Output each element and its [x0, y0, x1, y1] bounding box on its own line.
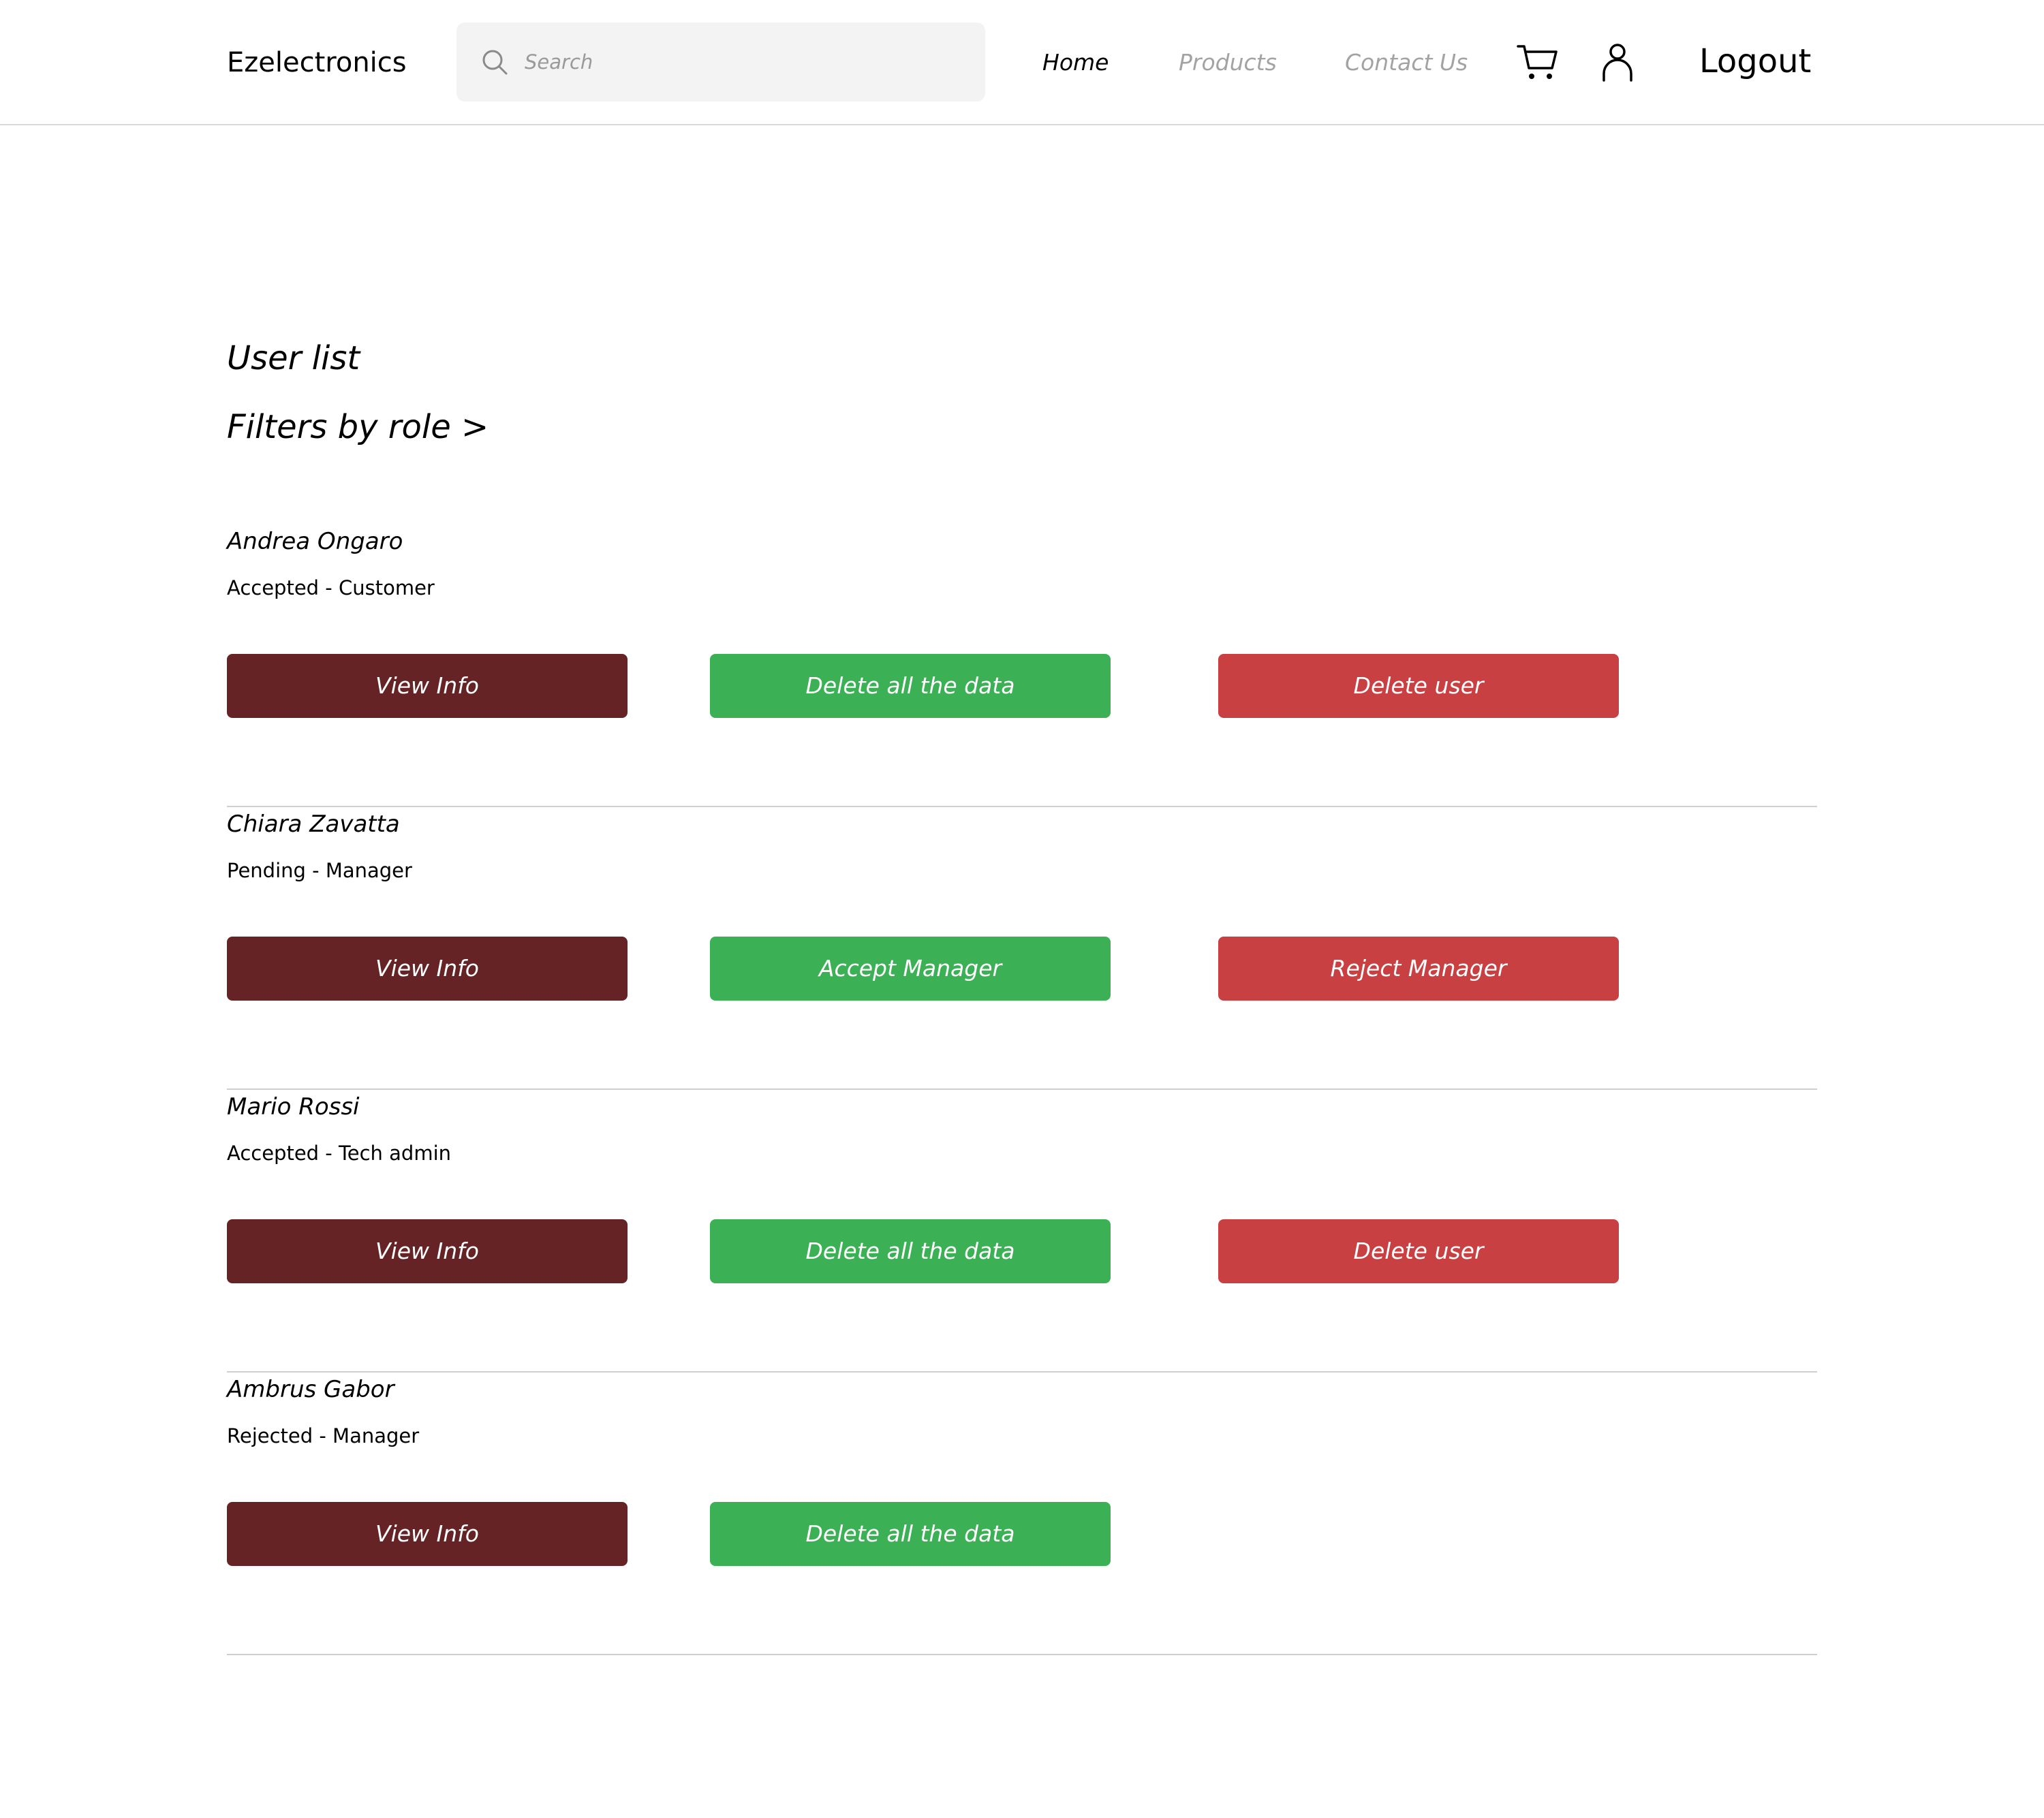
user-name: Chiara Zavatta [227, 811, 400, 838]
view-info-button[interactable]: View Info [227, 1502, 628, 1566]
user-status-role: Accepted - Customer [227, 576, 435, 599]
top-navbar: Ezelectronics Home Products Contact Us L… [0, 0, 2044, 125]
user-list-item: Chiara Zavatta Pending - Manager View In… [227, 807, 1817, 1090]
user-list-item: Mario Rossi Accepted - Tech admin View I… [227, 1090, 1817, 1373]
user-name: Ambrus Gabor [227, 1376, 394, 1403]
delete-all-data-button[interactable]: Delete all the data [710, 1219, 1111, 1283]
delete-user-button[interactable]: Delete user [1218, 654, 1619, 718]
delete-all-data-button[interactable]: Delete all the data [710, 1502, 1111, 1566]
user-status-role: Accepted - Tech admin [227, 1142, 452, 1165]
search-bar[interactable] [456, 22, 985, 101]
nav-home-link[interactable]: Home [1042, 42, 1109, 83]
nav-products-link[interactable]: Products [1179, 42, 1277, 83]
user-name: Andrea Ongaro [227, 528, 403, 555]
page-title: User list [227, 339, 360, 377]
user-list-item: Andrea Ongaro Accepted - Customer View I… [227, 524, 1817, 807]
filters-by-role-toggle[interactable]: Filters by role > [227, 405, 489, 450]
delete-all-data-button[interactable]: Delete all the data [710, 654, 1111, 718]
brand-logo[interactable]: Ezelectronics [227, 42, 407, 83]
delete-user-button[interactable]: Delete user [1218, 1219, 1619, 1283]
search-input[interactable] [525, 42, 961, 82]
reject-manager-button[interactable]: Reject Manager [1218, 937, 1619, 1001]
user-name: Mario Rossi [227, 1093, 360, 1120]
logout-button[interactable]: Logout [1699, 40, 1811, 83]
user-list-item: Ambrus Gabor Rejected - Manager View Inf… [227, 1373, 1817, 1655]
view-info-button[interactable]: View Info [227, 1219, 628, 1283]
view-info-button[interactable]: View Info [227, 937, 628, 1001]
search-icon [482, 50, 508, 75]
user-status-role: Pending - Manager [227, 859, 412, 882]
user-status-role: Rejected - Manager [227, 1424, 420, 1447]
nav-contact-link[interactable]: Contact Us [1345, 42, 1468, 83]
accept-manager-button[interactable]: Accept Manager [710, 937, 1111, 1001]
cart-icon[interactable] [1517, 42, 1559, 82]
user-icon[interactable] [1601, 42, 1634, 82]
view-info-button[interactable]: View Info [227, 654, 628, 718]
